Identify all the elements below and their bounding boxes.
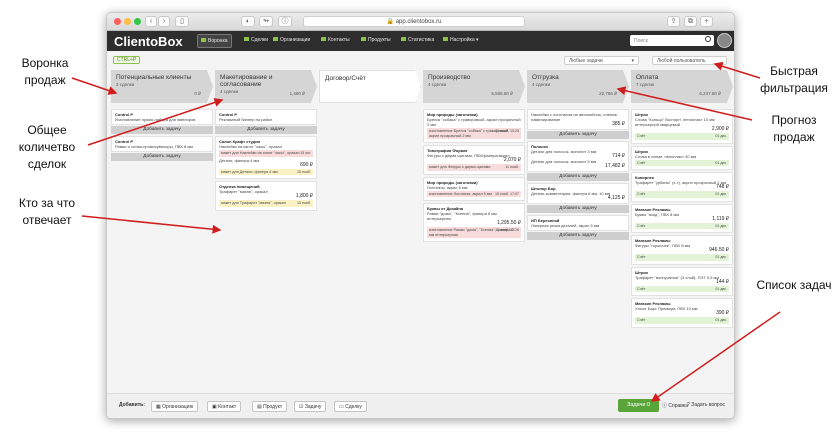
arrow-responsible bbox=[81, 215, 222, 234]
arrow-tasks bbox=[650, 311, 781, 402]
arrow-deal-count bbox=[87, 98, 224, 146]
arrow-forecast bbox=[616, 86, 753, 121]
arrow-funnel bbox=[71, 77, 118, 95]
annotation-arrows bbox=[71, 61, 781, 402]
arrow-filter bbox=[713, 61, 761, 79]
